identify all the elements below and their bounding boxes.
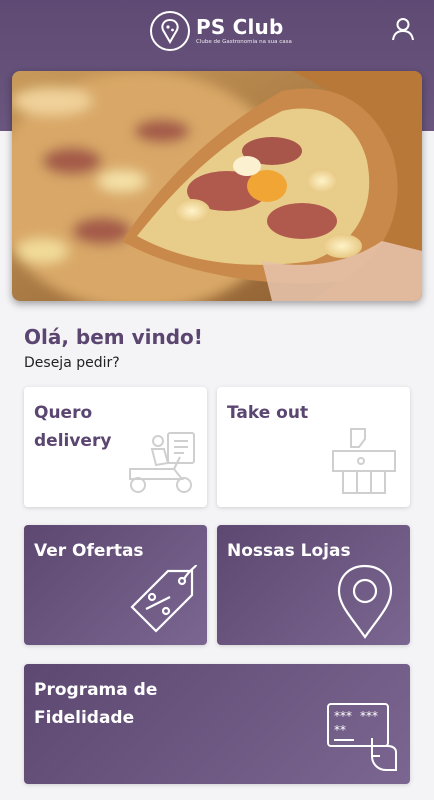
delivery-card-label: Quero delivery — [34, 403, 112, 451]
user-icon[interactable] — [390, 16, 416, 42]
takeout-bag-icon — [329, 425, 399, 501]
delivery-card[interactable]: Quero delivery — [24, 387, 207, 507]
delivery-scooter-icon — [124, 429, 200, 499]
greeting-title: Olá, bem vindo! — [24, 325, 203, 349]
svg-text:**: ** — [334, 723, 346, 737]
discount-tag-icon — [124, 563, 200, 643]
loyalty-card-label: Programa de Fidelidade — [34, 680, 158, 728]
svg-text:***: *** — [360, 709, 378, 723]
hero-pizza-image — [12, 71, 422, 301]
brand-subtitle: Clube de Gastronomia na sua casa — [196, 39, 292, 45]
offers-card-label: Ver Ofertas — [34, 541, 144, 561]
offers-card[interactable]: Ver Ofertas — [24, 525, 207, 645]
stores-card[interactable]: Nossas Lojas — [217, 525, 410, 645]
loyalty-card[interactable]: Programa de Fidelidade *** *** ** — [24, 664, 410, 784]
takeout-card-label: Take out — [227, 403, 309, 423]
svg-text:***: *** — [334, 709, 352, 723]
brand-logo[interactable]: PS Club Clube de Gastronomia na sua casa — [150, 9, 292, 53]
stores-card-label: Nossas Lojas — [227, 541, 351, 561]
takeout-card[interactable]: Take out — [217, 387, 410, 507]
greeting-subtitle: Deseja pedir? — [24, 355, 120, 371]
pizza-slice-icon — [150, 11, 190, 51]
map-pin-icon — [335, 563, 395, 643]
loyalty-card-icon: *** *** ** — [324, 698, 400, 782]
brand-title: PS Club — [196, 15, 284, 39]
